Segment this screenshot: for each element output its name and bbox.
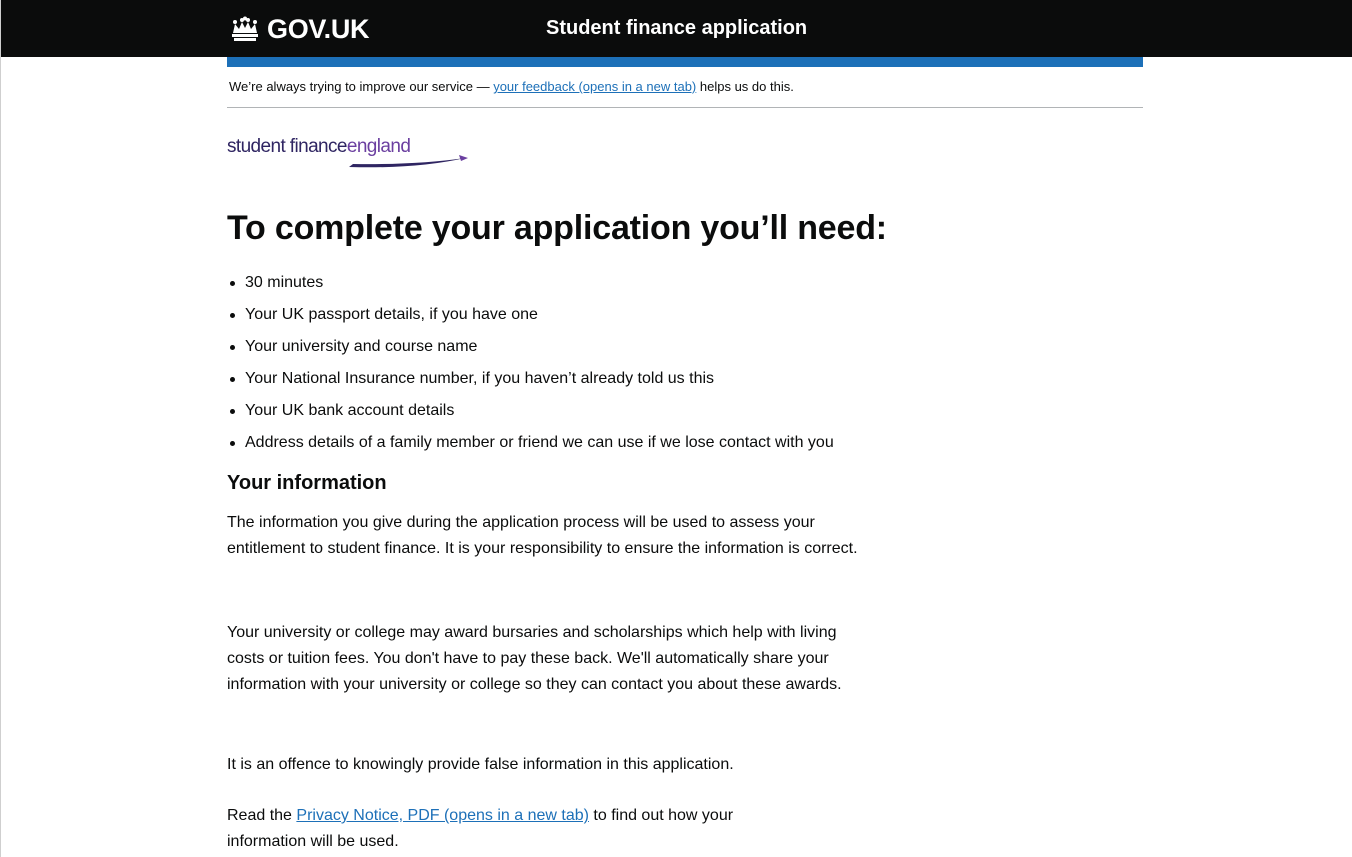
- list-item: 30 minutes: [229, 268, 834, 300]
- feedback-banner: We’re always trying to improve our servi…: [229, 78, 1143, 96]
- service-name-link[interactable]: Student finance application: [546, 17, 807, 40]
- crown-icon: [232, 16, 258, 41]
- list-item: Your university and course name: [229, 332, 834, 364]
- privacy-text-before: Read the: [227, 807, 297, 824]
- privacy-paragraph: Read the Privacy Notice, PDF (opens in a…: [227, 803, 787, 855]
- feedback-text-after: helps us do this.: [696, 79, 794, 94]
- govuk-home-link[interactable]: GOV.UK: [229, 12, 370, 46]
- feedback-link[interactable]: your feedback (opens in a new tab): [493, 79, 696, 94]
- govuk-logo-text: GOV.UK: [267, 13, 370, 44]
- list-item: Your UK bank account details: [229, 396, 834, 428]
- information-paragraph: The information you give during the appl…: [227, 514, 858, 557]
- page-title: To complete your application you’ll need…: [227, 209, 887, 247]
- list-item: Your National Insurance number, if you h…: [229, 364, 834, 396]
- bursaries-paragraph: Your university or college may award bur…: [227, 624, 842, 693]
- feedback-divider: [227, 107, 1143, 108]
- list-item: Your UK passport details, if you have on…: [229, 300, 834, 332]
- offence-paragraph: It is an offence to knowingly provide fa…: [227, 756, 734, 773]
- feedback-text-before: We’re always trying to improve our servi…: [229, 79, 494, 94]
- requirements-list: 30 minutes Your UK passport details, if …: [229, 268, 834, 460]
- page: GOV.UK Student finance application We’re…: [0, 0, 1352, 857]
- header-blue-bar: [227, 57, 1143, 67]
- sfe-swoosh-icon: [349, 155, 468, 168]
- your-information-heading: Your information: [227, 472, 387, 494]
- privacy-notice-link[interactable]: Privacy Notice, PDF (opens in a new tab): [296, 807, 589, 824]
- student-finance-england-logo: student financeengland: [227, 136, 477, 170]
- list-item: Address details of a family member or fr…: [229, 428, 834, 460]
- govuk-header: GOV.UK Student finance application: [1, 0, 1352, 57]
